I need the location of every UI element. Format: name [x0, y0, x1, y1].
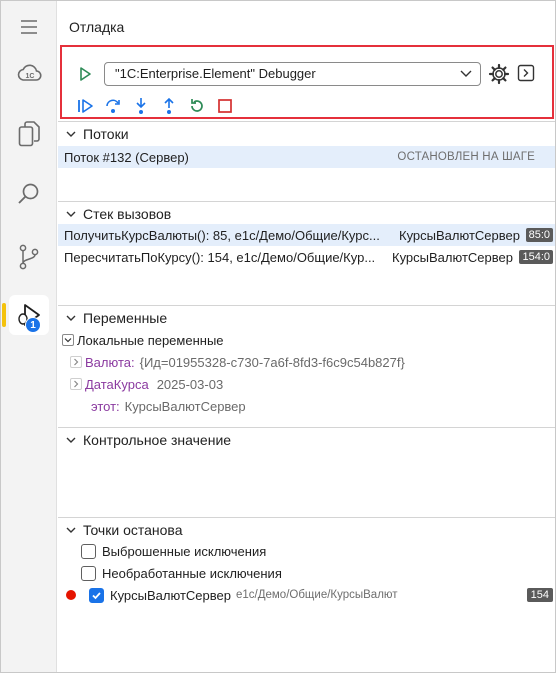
- breakpoint-line: 154: [526, 588, 553, 602]
- panel-title: Отладка: [69, 19, 125, 35]
- step-into-icon: [136, 98, 146, 114]
- variable-name: Валюта:: [85, 354, 135, 370]
- thread-name: Поток #132 (Сервер): [64, 149, 189, 165]
- breakpoint-label: КурсыВалютСервер: [110, 587, 231, 603]
- continue-icon: [78, 99, 93, 113]
- thread-status: ОСТАНОВЛЕН НА ШАГЕ: [397, 151, 535, 163]
- debug-panel: Отладка "1C:Enterprise.Element" Debugger: [58, 1, 555, 672]
- step-into-button[interactable]: [132, 97, 150, 115]
- check-icon: [92, 591, 101, 599]
- breakpoint-row[interactable]: КурсыВалютСервер e1c/Демо/Общие/КурсыВал…: [58, 584, 555, 606]
- launch-toolbar: "1C:Enterprise.Element" Debugger: [60, 45, 554, 119]
- activity-bar: 1C 1: [1, 1, 57, 672]
- variable-value: {Ид=01955328-c730-7a6f-8fd3-f6c9c54b827f…: [139, 354, 405, 370]
- chevron-right-icon: [70, 356, 82, 368]
- chevron-down-icon: [66, 527, 76, 533]
- restart-icon: [191, 99, 203, 112]
- variables-header[interactable]: Переменные: [64, 309, 167, 327]
- variables-scope-label: Локальные переменные: [77, 332, 224, 348]
- chevron-down-icon: [66, 211, 76, 217]
- breakpoint-row[interactable]: Выброшенные исключения: [58, 540, 555, 562]
- files-icon[interactable]: [9, 114, 49, 154]
- checkbox-checked[interactable]: [89, 587, 104, 603]
- breakpoint-label: Выброшенные исключения: [102, 543, 267, 559]
- stack-frame-module: КурсыВалютСервер: [392, 249, 513, 265]
- callstack-section: Стек вызовов ПолучитьКурсВалюты(): 85, e…: [58, 201, 555, 305]
- play-icon: [80, 67, 91, 81]
- variable-value: КурсыВалютСервер: [124, 398, 246, 414]
- watch-title: Контрольное значение: [83, 432, 232, 448]
- configure-launch-button[interactable]: [488, 63, 510, 85]
- variable-row[interactable]: ДатаКурса 2025-03-03: [58, 373, 555, 395]
- step-over-icon: [106, 99, 120, 113]
- stop-icon: [218, 99, 232, 113]
- variable-name: этот:: [91, 398, 120, 414]
- watch-section: Контрольное значение: [58, 427, 555, 517]
- launch-config-value: "1C:Enterprise.Element" Debugger: [115, 66, 316, 81]
- start-debugging-button[interactable]: [76, 65, 94, 83]
- breakpoints-header[interactable]: Точки останова: [64, 521, 182, 539]
- breakpoint-dot-icon: [66, 590, 76, 600]
- callstack-header[interactable]: Стек вызовов: [64, 205, 171, 223]
- stack-frame-row[interactable]: ПолучитьКурсВалюты(): 85, e1c/Демо/Общие…: [58, 224, 555, 246]
- stack-frame-label: ПересчитатьПоКурсу(): 154, e1c/Демо/Общи…: [64, 249, 376, 265]
- continue-button[interactable]: [76, 97, 94, 115]
- threads-header[interactable]: Потоки: [64, 125, 129, 143]
- breakpoint-row[interactable]: Необработанные исключения: [58, 562, 555, 584]
- checkbox[interactable]: [81, 543, 96, 559]
- breakpoints-section: Точки останова Выброшенные исключения Не…: [58, 517, 555, 671]
- restart-button[interactable]: [188, 97, 206, 115]
- launch-config-select[interactable]: "1C:Enterprise.Element" Debugger: [104, 62, 481, 86]
- threads-title: Потоки: [83, 126, 129, 142]
- stop-button[interactable]: [216, 97, 234, 115]
- debug-console-button[interactable]: [517, 64, 535, 82]
- chevron-down-icon: [66, 315, 76, 321]
- chevron-down-icon: [460, 70, 472, 77]
- gear-icon: [488, 63, 510, 85]
- stack-frame-row[interactable]: ПересчитатьПоКурсу(): 154, e1c/Демо/Общи…: [58, 246, 555, 268]
- stack-frame-position: 85:0: [525, 228, 553, 242]
- step-over-button[interactable]: [104, 97, 122, 115]
- terminal-icon: [517, 64, 535, 82]
- callstack-title: Стек вызовов: [83, 206, 172, 222]
- checkbox[interactable]: [81, 565, 96, 581]
- variable-value: 2025-03-03: [156, 376, 224, 392]
- step-out-button[interactable]: [160, 97, 178, 115]
- variables-section: Переменные Локальные переменные Валюта: …: [58, 305, 555, 427]
- breakpoint-path: e1c/Демо/Общие/КурсыВалют: [235, 589, 398, 601]
- debug-badge: 1: [25, 317, 41, 333]
- variables-scope-row[interactable]: Локальные переменные: [58, 329, 555, 351]
- breakpoints-title: Точки останова: [83, 522, 183, 538]
- search-icon[interactable]: [9, 174, 49, 214]
- step-out-icon: [164, 97, 174, 114]
- threads-section: Потоки Поток #132 (Сервер) ОСТАНОВЛЕН НА…: [58, 121, 555, 201]
- chevron-down-icon: [66, 131, 76, 137]
- chevron-down-icon: [66, 437, 76, 443]
- variable-row[interactable]: этот: КурсыВалютСервер: [58, 395, 555, 417]
- chevron-down-icon: [62, 334, 74, 346]
- cloud-icon[interactable]: 1C: [9, 53, 49, 93]
- breakpoint-label: Необработанные исключения: [102, 565, 282, 581]
- stack-frame-position: 154:0: [519, 250, 553, 264]
- watch-header[interactable]: Контрольное значение: [64, 431, 231, 449]
- stack-frame-module: КурсыВалютСервер: [399, 227, 520, 243]
- source-control-icon[interactable]: [9, 237, 49, 277]
- variables-title: Переменные: [83, 310, 168, 326]
- variable-row[interactable]: Валюта: {Ид=01955328-c730-7a6f-8fd3-f6c9…: [58, 351, 555, 373]
- svg-text:1C: 1C: [26, 73, 35, 80]
- variable-name: ДатаКурса: [85, 376, 149, 392]
- stack-frame-label: ПолучитьКурсВалюты(): 85, e1c/Демо/Общие…: [64, 227, 380, 243]
- active-indicator: [2, 303, 6, 327]
- menu-icon[interactable]: [9, 7, 49, 47]
- chevron-right-icon: [70, 378, 82, 390]
- run-debug-icon[interactable]: 1: [2, 295, 49, 335]
- thread-row[interactable]: Поток #132 (Сервер) ОСТАНОВЛЕН НА ШАГЕ: [58, 146, 555, 168]
